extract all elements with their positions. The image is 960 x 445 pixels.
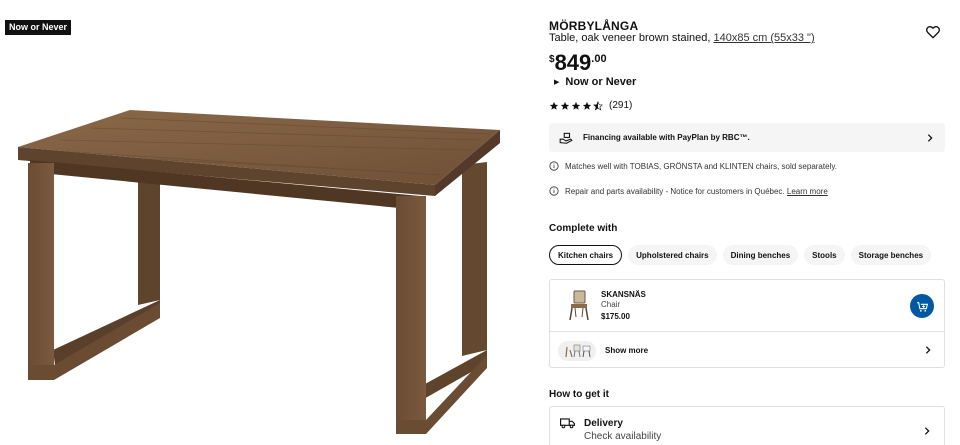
delivery-title: Delivery: [584, 418, 623, 429]
triangle-right-icon: ▶: [554, 79, 560, 86]
chairs-thumbnail-group: [558, 341, 596, 361]
addon-item-skansnas[interactable]: SKANSNÄS Chair $175.00: [550, 280, 944, 332]
cart-add-icon: [916, 301, 928, 312]
complete-with-card: SKANSNÄS Chair $175.00 Show more: [549, 279, 945, 368]
truck-icon: [560, 418, 575, 429]
chip-storage-benches[interactable]: Storage benches: [850, 245, 932, 265]
financing-banner[interactable]: Financing available with PayPlan by RBC™…: [549, 123, 945, 152]
matches-note-text: Matches well with TOBIAS, GRÖNSTA and KL…: [565, 161, 837, 171]
chevron-right-icon: [925, 346, 931, 354]
add-to-cart-button[interactable]: [910, 294, 934, 318]
chevron-right-icon: [927, 133, 933, 142]
financing-label: Financing available with PayPlan by RBC™…: [583, 133, 750, 142]
complete-with-chips: Kitchen chairs Upholstered chairs Dining…: [549, 245, 932, 265]
chip-kitchen-chairs[interactable]: Kitchen chairs: [549, 245, 623, 265]
now-or-never-toggle[interactable]: ▶ Now or Never: [554, 76, 636, 88]
hand-cash-icon: [559, 132, 573, 144]
chair-thumbnail-image: [569, 290, 589, 321]
chevron-right-icon: [924, 427, 930, 435]
complete-with-title: Complete with: [549, 223, 618, 234]
addon-item-type: Chair: [601, 300, 621, 309]
delivery-subtitle: Check availability: [584, 431, 662, 442]
show-more-button[interactable]: Show more: [550, 333, 944, 368]
star-icon: [571, 101, 581, 110]
show-more-label: Show more: [605, 346, 649, 355]
info-icon: [549, 186, 559, 196]
addon-item-name: SKANSNÄS: [601, 290, 646, 299]
star-icon: [582, 101, 592, 110]
now-or-never-label: Now or Never: [565, 76, 637, 88]
star-icon: [549, 101, 559, 110]
chip-upholstered-chairs[interactable]: Upholstered chairs: [628, 245, 717, 265]
star-icon: [560, 101, 570, 110]
delivery-option[interactable]: Delivery Check availability: [549, 406, 945, 445]
product-measurement-link[interactable]: 140x85 cm (55x33 "): [714, 32, 815, 44]
addon-item-price: $175.00: [601, 312, 630, 321]
matches-note: Matches well with TOBIAS, GRÖNSTA and KL…: [549, 161, 837, 171]
how-to-get-it-title: How to get it: [549, 389, 609, 400]
product-name: MÖRBYLÅNGA: [549, 19, 639, 33]
rating-stars: [549, 100, 603, 111]
product-description-text: Table, oak veneer brown stained,: [549, 32, 714, 44]
chip-dining-benches[interactable]: Dining benches: [722, 245, 799, 265]
table-product-image: [18, 110, 500, 434]
rating-summary[interactable]: (291): [549, 100, 632, 111]
repair-note-text: Repair and parts availability - Notice f…: [565, 186, 787, 196]
price-decimal: .00: [591, 53, 607, 65]
product-image-gallery[interactable]: Now or Never: [0, 0, 520, 445]
product-price: $ 849 .00: [549, 50, 607, 76]
price-integer: 849: [554, 50, 592, 75]
repair-note: Repair and parts availability - Notice f…: [549, 186, 828, 196]
now-or-never-badge: Now or Never: [5, 20, 72, 35]
star-half-icon: [593, 100, 603, 110]
rating-count: (291): [609, 100, 633, 111]
product-info-panel: MÖRBYLÅNGA Table, oak veneer brown stain…: [549, 0, 945, 445]
learn-more-link[interactable]: Learn more: [787, 187, 828, 196]
heart-icon[interactable]: [925, 24, 941, 40]
chip-stools[interactable]: Stools: [804, 245, 845, 265]
info-icon: [549, 161, 559, 171]
product-description: Table, oak veneer brown stained, 140x85 …: [549, 32, 815, 44]
